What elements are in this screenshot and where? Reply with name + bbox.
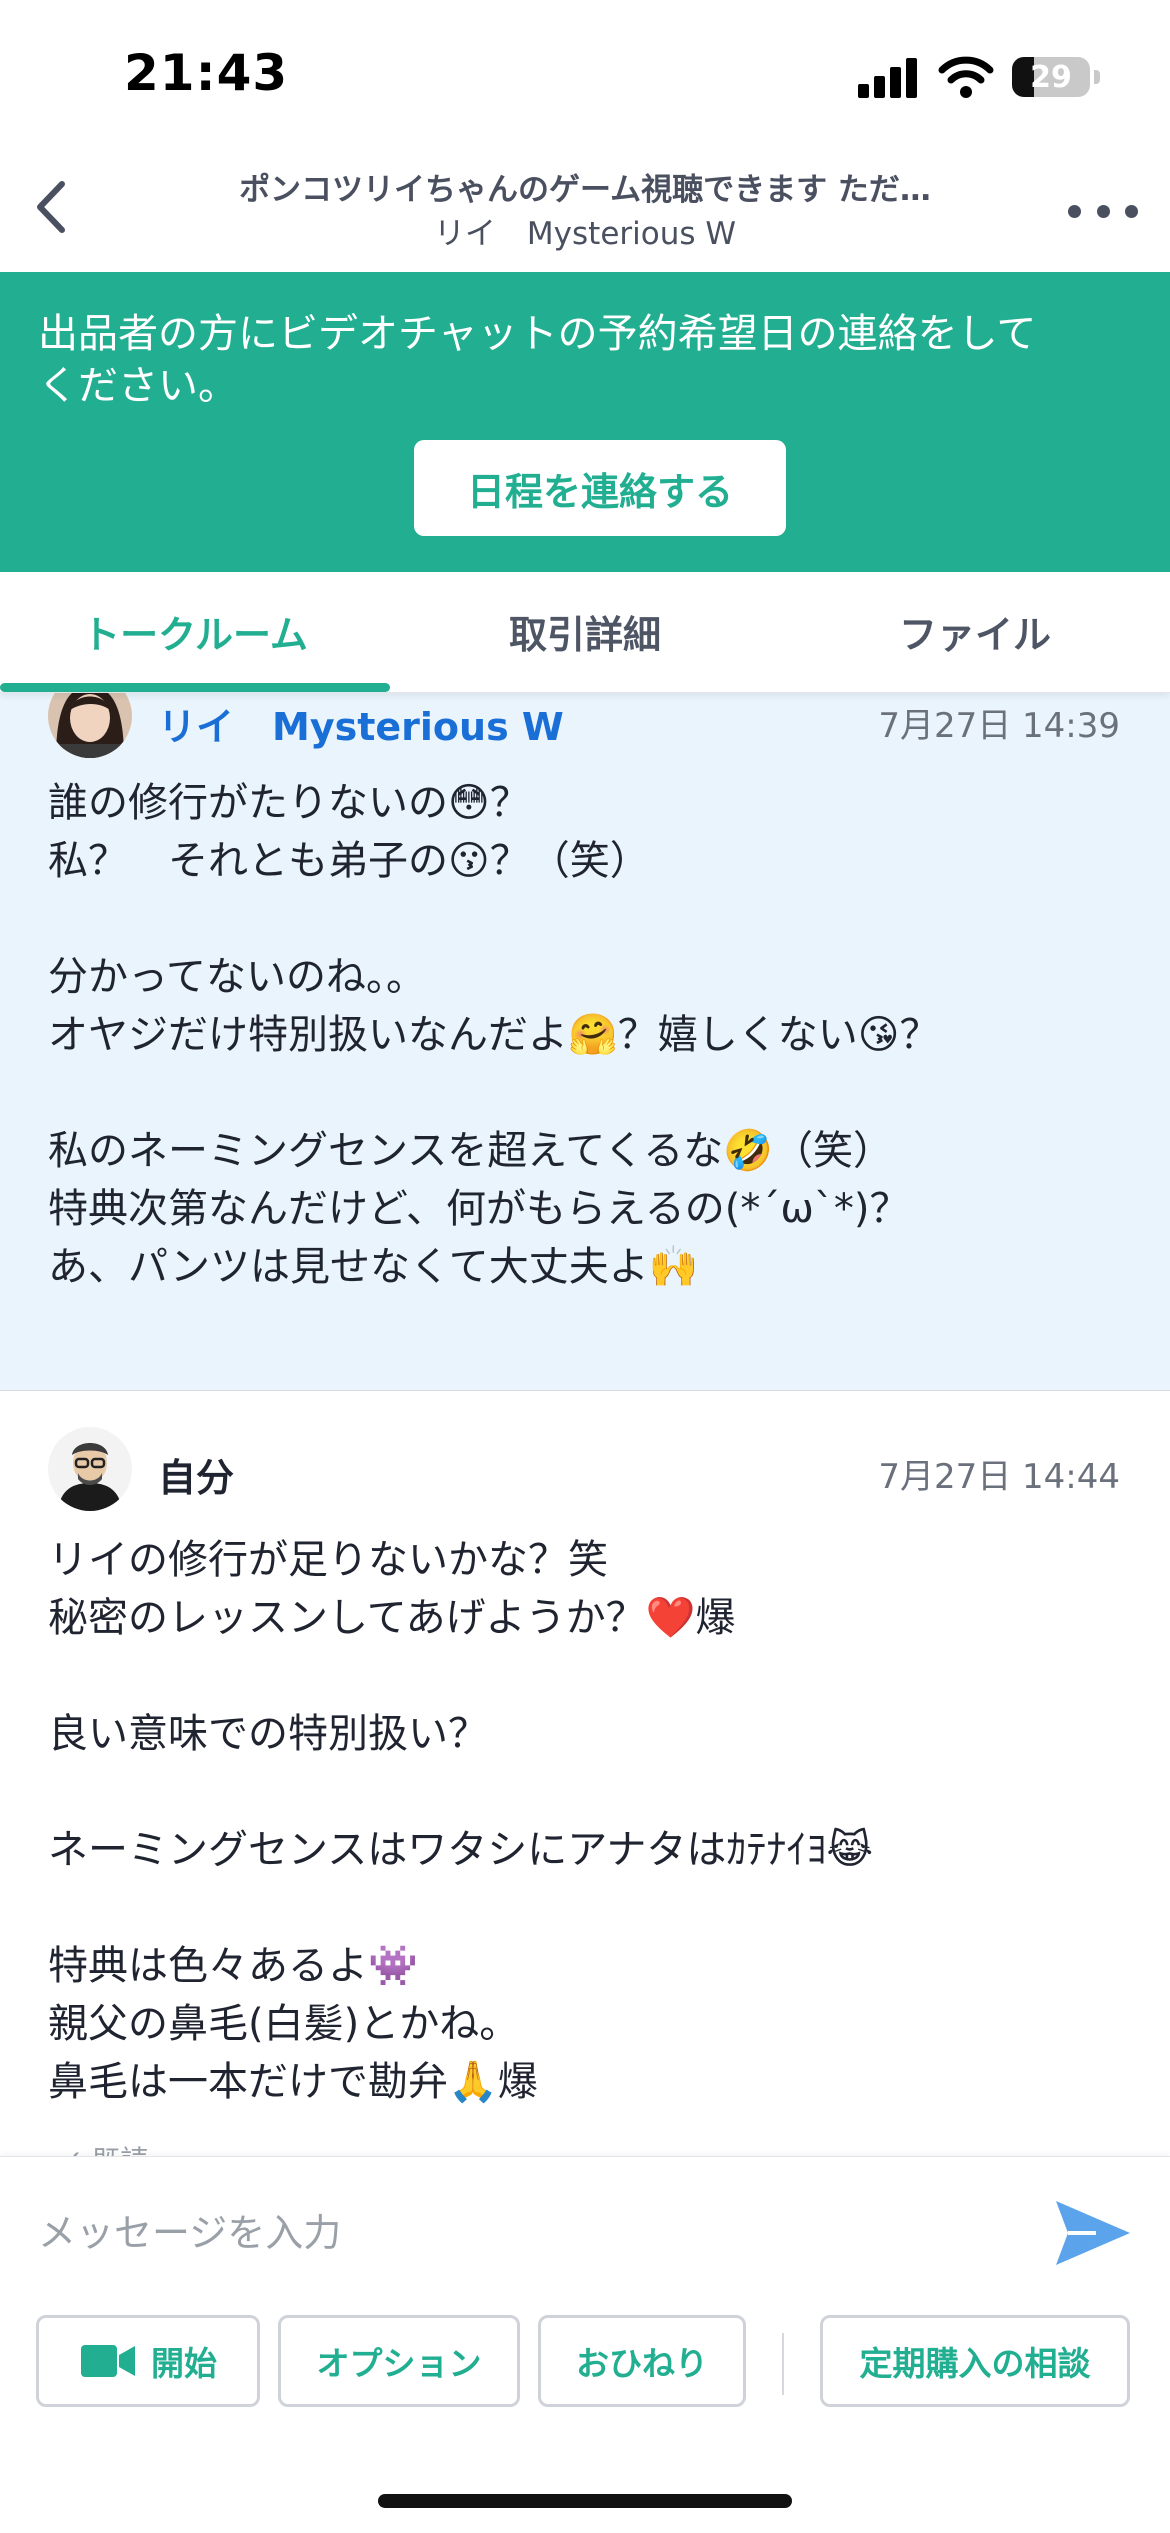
start-button-label: 開始: [151, 2344, 217, 2383]
message-body: リイの修行が足りないかな？笑 秘密のレッスンしてあげようか？❤️爆 良い意味での…: [48, 1537, 874, 2105]
active-tab-indicator: [0, 683, 390, 692]
nav-header: ポンコツリイちゃんのゲーム視聴できます ただ… リイ Mysterious W: [0, 150, 1170, 272]
battery-tip: [1094, 70, 1100, 84]
status-bar: 21:43 29: [0, 0, 1170, 150]
message-body: 誰の修行がたりないの😳？ 私？ それとも弟子の😗？（笑） 分かってないのね。。 …: [48, 780, 940, 1290]
schedule-banner: 出品者の方にビデオチャットの予約希望日の連絡をしてください。 日程を連絡する: [0, 272, 1170, 572]
battery-icon: 29: [1012, 57, 1090, 97]
start-video-button[interactable]: 開始: [36, 2315, 260, 2407]
tab-talk-room[interactable]: トークルーム: [0, 572, 390, 690]
schedule-contact-button[interactable]: 日程を連絡する: [414, 440, 786, 536]
home-indicator[interactable]: [378, 2494, 792, 2508]
message-timestamp: 7月27日 14:44: [878, 1457, 1120, 1497]
message-item: 自分 7月27日 14:44 リイの修行が足りないかな？笑 秘密のレッスンしてあ…: [0, 1391, 1170, 2156]
tip-button[interactable]: おひねり: [538, 2315, 746, 2407]
message-item: リイ Mysterious W 7月27日 14:39 誰の修行がたりないの😳？…: [0, 692, 1170, 1391]
page-title: ポンコツリイちゃんのゲーム視聴できます ただ…: [239, 172, 931, 208]
tab-transaction-details[interactable]: 取引詳細: [390, 572, 780, 690]
message-input[interactable]: [36, 2197, 1020, 2269]
more-options-icon[interactable]: [1068, 186, 1138, 236]
video-camera-icon: [81, 2345, 135, 2377]
battery-level: 29: [1030, 59, 1072, 95]
tab-files[interactable]: ファイル: [780, 572, 1170, 690]
page-subtitle: リイ Mysterious W: [433, 216, 737, 252]
subscription-consult-button[interactable]: 定期購入の相談: [820, 2315, 1130, 2407]
wifi-icon: [938, 56, 994, 98]
sender-name[interactable]: リイ Mysterious W: [158, 696, 564, 751]
message-timestamp: 7月27日 14:39: [878, 706, 1120, 746]
avatar[interactable]: [48, 1427, 132, 1511]
sender-name: 自分: [158, 1456, 235, 1500]
back-chevron-icon[interactable]: [18, 172, 88, 242]
status-icons: 29: [858, 52, 1100, 102]
button-divider: [782, 2333, 784, 2395]
option-button[interactable]: オプション: [278, 2315, 520, 2407]
message-composer: 開始 オプション おひねり 定期購入の相談: [0, 2156, 1170, 2533]
send-icon[interactable]: [1050, 2191, 1134, 2275]
tab-bar: トークルーム 取引詳細 ファイル: [0, 572, 1170, 693]
banner-message: 出品者の方にビデオチャットの予約希望日の連絡をしてください。: [38, 311, 1037, 409]
cellular-signal-icon: [858, 58, 917, 98]
read-receipt: ✓ 既読: [60, 2139, 148, 2156]
action-button-row: 開始 オプション おひねり 定期購入の相談: [0, 2315, 1170, 2415]
status-time: 21:43: [124, 44, 289, 102]
avatar[interactable]: [48, 692, 132, 758]
